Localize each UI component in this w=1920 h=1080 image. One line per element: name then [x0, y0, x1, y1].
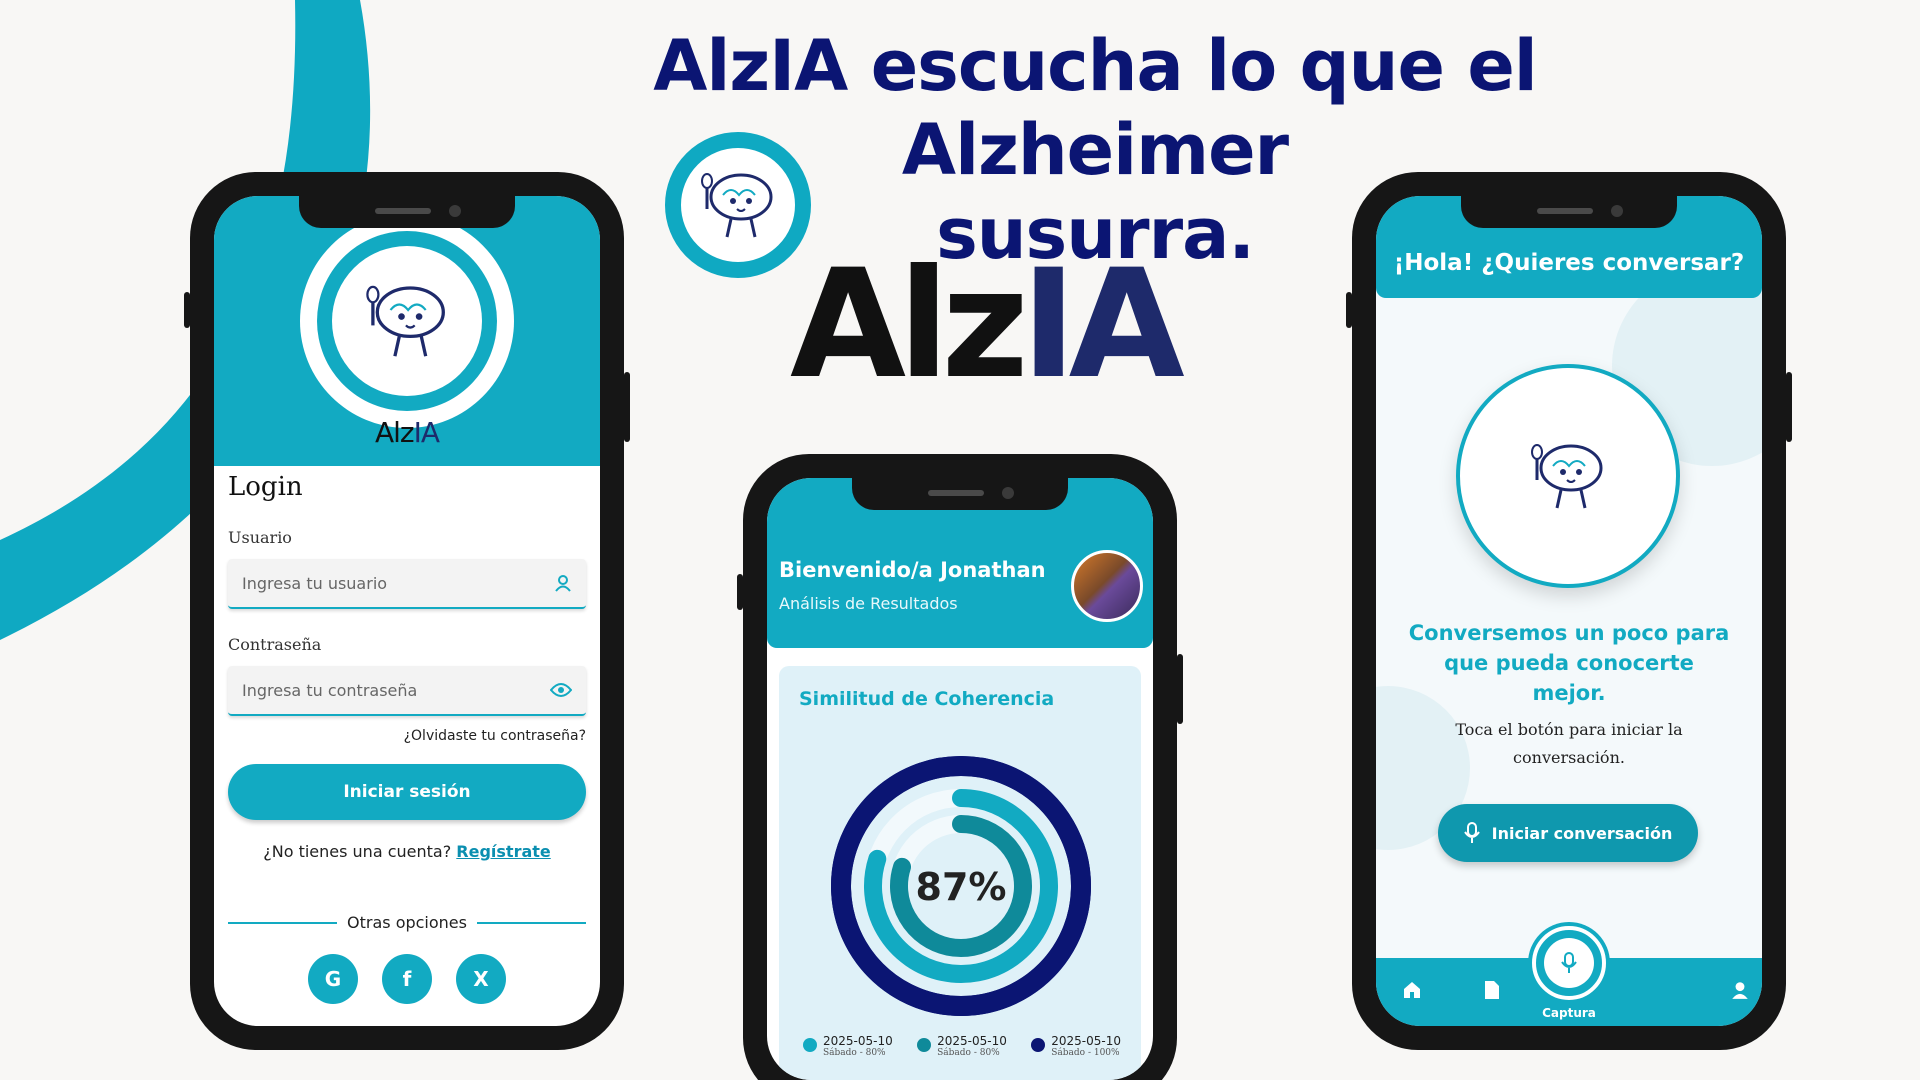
brand-wordmark: AlzIA: [790, 250, 1185, 400]
other-options-label: Otras opciones: [347, 913, 467, 932]
start-conversation-label: Iniciar conversación: [1491, 823, 1673, 843]
legend-item: 2025-05-10 Sábado - 100%: [1031, 1034, 1121, 1058]
phone-chat: ¡Hola! ¿Quieres conversar? Conversemos u…: [1346, 172, 1792, 1050]
legend-date: 2025-05-10: [823, 1034, 893, 1048]
legend-dot: [917, 1038, 932, 1052]
phone-results: Bienvenido/a Jonathan Análisis de Result…: [737, 454, 1183, 1080]
brand-part-2: IA: [1020, 238, 1185, 412]
password-placeholder: Ingresa tu contraseña: [242, 680, 418, 700]
results-subtitle: Análisis de Resultados: [779, 594, 958, 613]
legend-dot: [803, 1038, 817, 1052]
social-login-row: G f X: [228, 954, 586, 1004]
phone-notch: [299, 196, 515, 228]
forgot-password-link[interactable]: ¿Olvidaste tu contraseña?: [228, 728, 586, 744]
nav-profile[interactable]: [1730, 980, 1750, 1000]
login-form: Login Usuario Ingresa tu usuario Contras…: [214, 466, 600, 1026]
greeting: Bienvenido/a Jonathan: [779, 558, 1046, 582]
login-button[interactable]: Iniciar sesión: [228, 764, 586, 820]
coherence-card: Similitud de Coherencia 87% 2025-05-10 Sá…: [779, 666, 1141, 1080]
chart-center-value: 87%: [916, 865, 1007, 909]
legend-detail: Sábado - 100%: [1051, 1048, 1120, 1058]
card-title: Similitud de Coherencia: [799, 688, 1055, 710]
chat-hint: Toca el botón para iniciar la conversaci…: [1455, 720, 1683, 767]
user-icon: [555, 575, 571, 592]
bottom-nav: Captura: [1376, 926, 1762, 1026]
signup-row: ¿No tienes una cuenta? Regístrate: [228, 842, 586, 861]
login-brand: AlzIA: [214, 416, 600, 449]
headline-line-1: AlzIA escucha lo que el Alzheimer: [653, 25, 1538, 191]
username-placeholder: Ingresa tu usuario: [242, 573, 388, 593]
legend-dot: [1031, 1038, 1046, 1052]
chat-message: Conversemos un poco para que pueda conoc…: [1408, 621, 1730, 705]
microphone-icon: [1463, 822, 1480, 843]
signup-link[interactable]: Regístrate: [456, 842, 550, 861]
start-conversation-button[interactable]: Iniciar conversación: [1438, 804, 1698, 862]
brain-mascot-icon: [1531, 444, 1603, 509]
legend-detail: Sábado - 80%: [823, 1048, 886, 1058]
mascot-circle: [1456, 364, 1680, 588]
no-account-text: ¿No tienes una cuenta?: [263, 842, 452, 861]
results-screen: Bienvenido/a Jonathan Análisis de Result…: [767, 478, 1153, 1080]
legend-date: 2025-05-10: [937, 1034, 1007, 1048]
eye-icon[interactable]: [550, 683, 572, 697]
phone-login: AlzIA Login Usuario Ingresa tu usuario C…: [184, 172, 630, 1050]
x-icon[interactable]: X: [456, 954, 506, 1004]
google-icon[interactable]: G: [308, 954, 358, 1004]
brand-part-1: Alz: [790, 238, 1029, 412]
avatar[interactable]: [1071, 550, 1143, 622]
brain-mascot-icon: [366, 285, 445, 357]
radial-chart: 87%: [830, 756, 1091, 1016]
nav-documents[interactable]: [1484, 980, 1500, 1000]
login-screen: AlzIA Login Usuario Ingresa tu usuario C…: [214, 196, 600, 1026]
login-logo: [300, 214, 514, 428]
brain-mascot-icon: [701, 173, 773, 238]
facebook-icon[interactable]: f: [382, 954, 432, 1004]
login-title: Login: [228, 472, 303, 502]
other-options-divider: Otras opciones: [228, 913, 586, 932]
chart-legend: 2025-05-10 Sábado - 80% 2025-05-10 Sábado …: [803, 1034, 1121, 1058]
nav-home[interactable]: [1402, 980, 1422, 1000]
chat-title: ¡Hola! ¿Quieres conversar?: [1393, 250, 1745, 276]
document-icon: [1485, 981, 1499, 999]
phone-notch: [1461, 196, 1677, 228]
phone-notch: [852, 478, 1068, 510]
chat-screen: ¡Hola! ¿Quieres conversar? Conversemos u…: [1376, 196, 1762, 1026]
legend-date: 2025-05-10: [1051, 1034, 1121, 1048]
legend-item: 2025-05-10 Sábado - 80%: [917, 1034, 1007, 1058]
nav-capture[interactable]: [1532, 926, 1606, 1000]
login-header: AlzIA: [214, 196, 600, 466]
login-brand-part-2: IA: [413, 416, 440, 449]
microphone-icon: [1561, 952, 1577, 973]
username-label: Usuario: [228, 528, 292, 547]
username-field[interactable]: Ingresa tu usuario: [228, 559, 586, 609]
legend-detail: Sábado - 80%: [937, 1048, 1000, 1058]
password-field[interactable]: Ingresa tu contraseña: [228, 666, 586, 716]
login-brand-part-1: Alz: [374, 416, 415, 449]
user-icon: [1732, 982, 1748, 999]
capture-label: Captura: [1542, 1006, 1596, 1020]
home-icon: [1404, 982, 1420, 998]
password-label: Contraseña: [228, 635, 322, 654]
legend-item: 2025-05-10 Sábado - 80%: [803, 1034, 893, 1058]
